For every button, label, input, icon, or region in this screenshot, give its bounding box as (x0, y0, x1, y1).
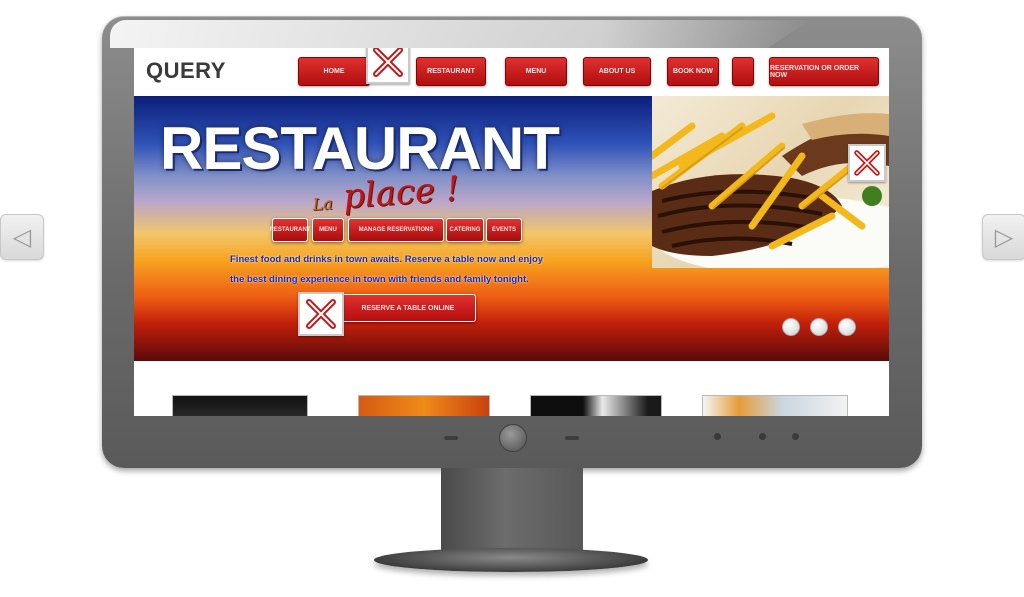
steak-fries-image (652, 112, 889, 268)
left-arrow-glyph: ◁ (12, 223, 32, 251)
nav-item-extra[interactable] (732, 57, 754, 86)
monitor-stand-neck (441, 468, 583, 556)
nav-item-home[interactable]: HOME (298, 57, 370, 86)
thumbnail-image[interactable] (358, 395, 490, 416)
broken-image-icon (848, 144, 886, 182)
hero-script-prefix: La (311, 193, 334, 215)
food-photo (652, 96, 889, 268)
bezel-dash-right (565, 436, 579, 440)
bezel-gloss (110, 20, 810, 48)
indicator-light (792, 433, 799, 440)
thumbnail-image[interactable] (530, 395, 662, 416)
indicator-light (714, 433, 721, 440)
bezel-dash-left (444, 436, 458, 440)
hero-button-manage[interactable]: MANAGE RESERVATIONS (348, 218, 444, 242)
thumbnail-image[interactable] (702, 395, 848, 416)
hero-button-menu[interactable]: MENU (312, 218, 344, 242)
hero-button-events[interactable]: EVENTS (486, 218, 522, 242)
site-header: QUERY HOME RESTAURANT MENU ABOUT US BOOK… (134, 48, 889, 96)
right-arrow-glyph: ▷ (994, 223, 1014, 251)
hero-title: RESTAURANT (160, 115, 560, 182)
site-logo[interactable]: QUERY (146, 58, 226, 84)
hero-description-line2: the best dining experience in town with … (230, 274, 529, 285)
indicator-light (759, 433, 766, 440)
carousel-dot[interactable] (782, 318, 800, 336)
carousel-dot[interactable] (838, 318, 856, 336)
broken-image-icon (366, 48, 410, 84)
nav-item-about[interactable]: ABOUT US (583, 57, 651, 86)
carousel-dot[interactable] (810, 318, 828, 336)
power-button[interactable] (499, 424, 527, 452)
nav-item-reservation[interactable]: RESERVATION OR ORDER NOW (769, 57, 879, 86)
reserve-button[interactable]: RESERVE A TABLE ONLINE (340, 294, 476, 322)
hero-button-catering[interactable]: CATERING (446, 218, 484, 242)
hero-button-restaurant[interactable]: RESTAURANT (270, 218, 310, 242)
nav-item-book[interactable]: BOOK NOW (667, 57, 719, 86)
broken-image-icon (298, 292, 344, 336)
hero-script-main: place ! (341, 168, 461, 217)
previous-arrow-icon[interactable]: ◁ (0, 214, 44, 260)
nav-item-menu[interactable]: MENU (505, 57, 567, 86)
nav-item-restaurant[interactable]: RESTAURANT (416, 57, 486, 86)
next-arrow-icon[interactable]: ▷ (982, 214, 1024, 260)
website-screen: QUERY HOME RESTAURANT MENU ABOUT US BOOK… (134, 48, 889, 416)
hero-description-line1: Finest food and drinks in town awaits. R… (230, 254, 544, 265)
thumbnail-image[interactable] (172, 395, 308, 416)
monitor-stand-base (374, 548, 648, 572)
